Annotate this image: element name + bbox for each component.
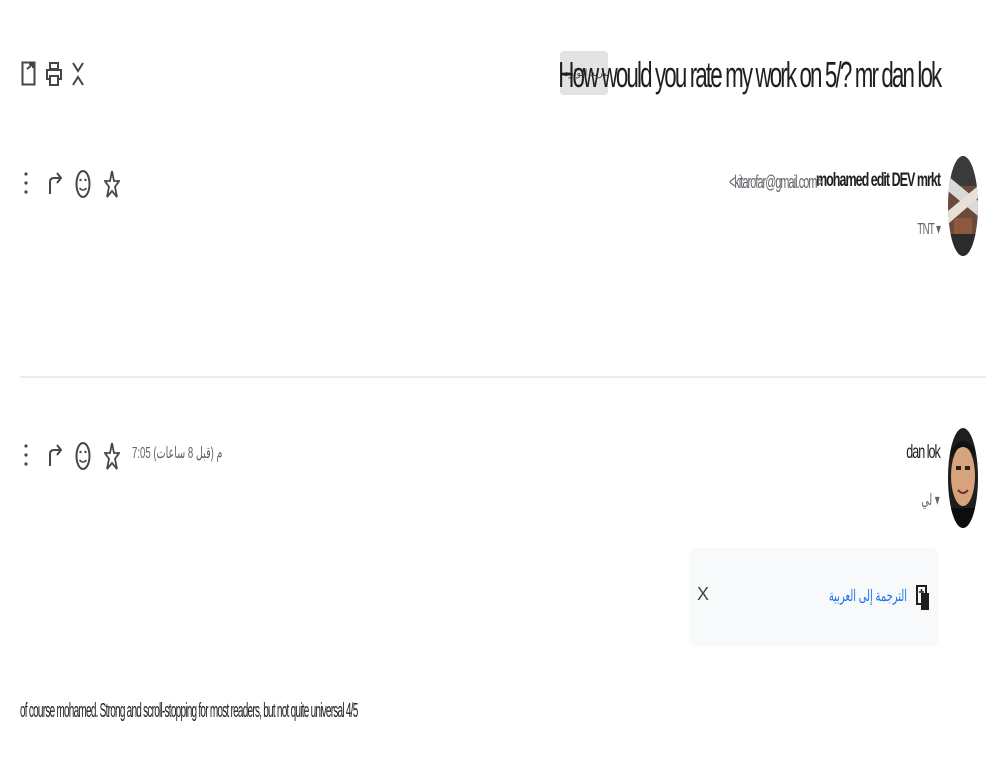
message-divider xyxy=(20,376,986,378)
open-in-new-window-icon[interactable] xyxy=(20,60,38,88)
sender-email: <kitarofar@gmail.com> xyxy=(729,172,823,192)
sender-name[interactable]: dan lok xyxy=(906,442,941,464)
reply-icon[interactable] xyxy=(46,168,64,198)
avatar[interactable] xyxy=(948,156,978,256)
reply-icon[interactable] xyxy=(46,440,64,470)
more-vert-icon[interactable] xyxy=(20,168,32,198)
thread-subject: How would you rate my work on 5/? mr dan… xyxy=(557,54,942,95)
sender-email-wrap: <kitarofar@gmail.com> xyxy=(667,172,823,193)
translate-icon xyxy=(915,584,931,612)
translate-link-wrap: الترجمة إلى العربية xyxy=(781,586,908,606)
recipient-details-toggle[interactable]: TNT ▾ xyxy=(917,219,941,239)
more-vert-icon[interactable] xyxy=(20,440,32,470)
recipient-line[interactable]: لي ▾ xyxy=(909,490,941,510)
translate-bar: X الترجمة إلى العربية xyxy=(689,548,939,646)
message-date: 7:05 م (قبل 8 ساعات) xyxy=(132,445,223,462)
translate-link[interactable]: الترجمة إلى العربية xyxy=(829,586,908,606)
star-icon[interactable] xyxy=(103,168,121,200)
translate-close-button[interactable]: X xyxy=(697,584,709,605)
sender-name[interactable]: mohamed edit DEV mrkt xyxy=(816,170,941,192)
emoji-icon[interactable] xyxy=(74,440,92,472)
message-body: of course mohamed. Strong and scroll-sto… xyxy=(20,700,358,722)
emoji-icon[interactable] xyxy=(74,168,92,200)
message-date-wrap: 7:05 م (قبل 8 ساعات) xyxy=(132,443,283,463)
sender-line: dan lok xyxy=(889,442,941,464)
recipient-line[interactable]: TNT ▾ xyxy=(902,219,941,239)
print-icon[interactable] xyxy=(45,60,63,88)
star-icon[interactable] xyxy=(103,440,121,472)
recipient-details-toggle[interactable]: لي ▾ xyxy=(922,490,941,510)
avatar[interactable] xyxy=(948,428,978,528)
collapse-all-icon[interactable] xyxy=(70,60,86,88)
